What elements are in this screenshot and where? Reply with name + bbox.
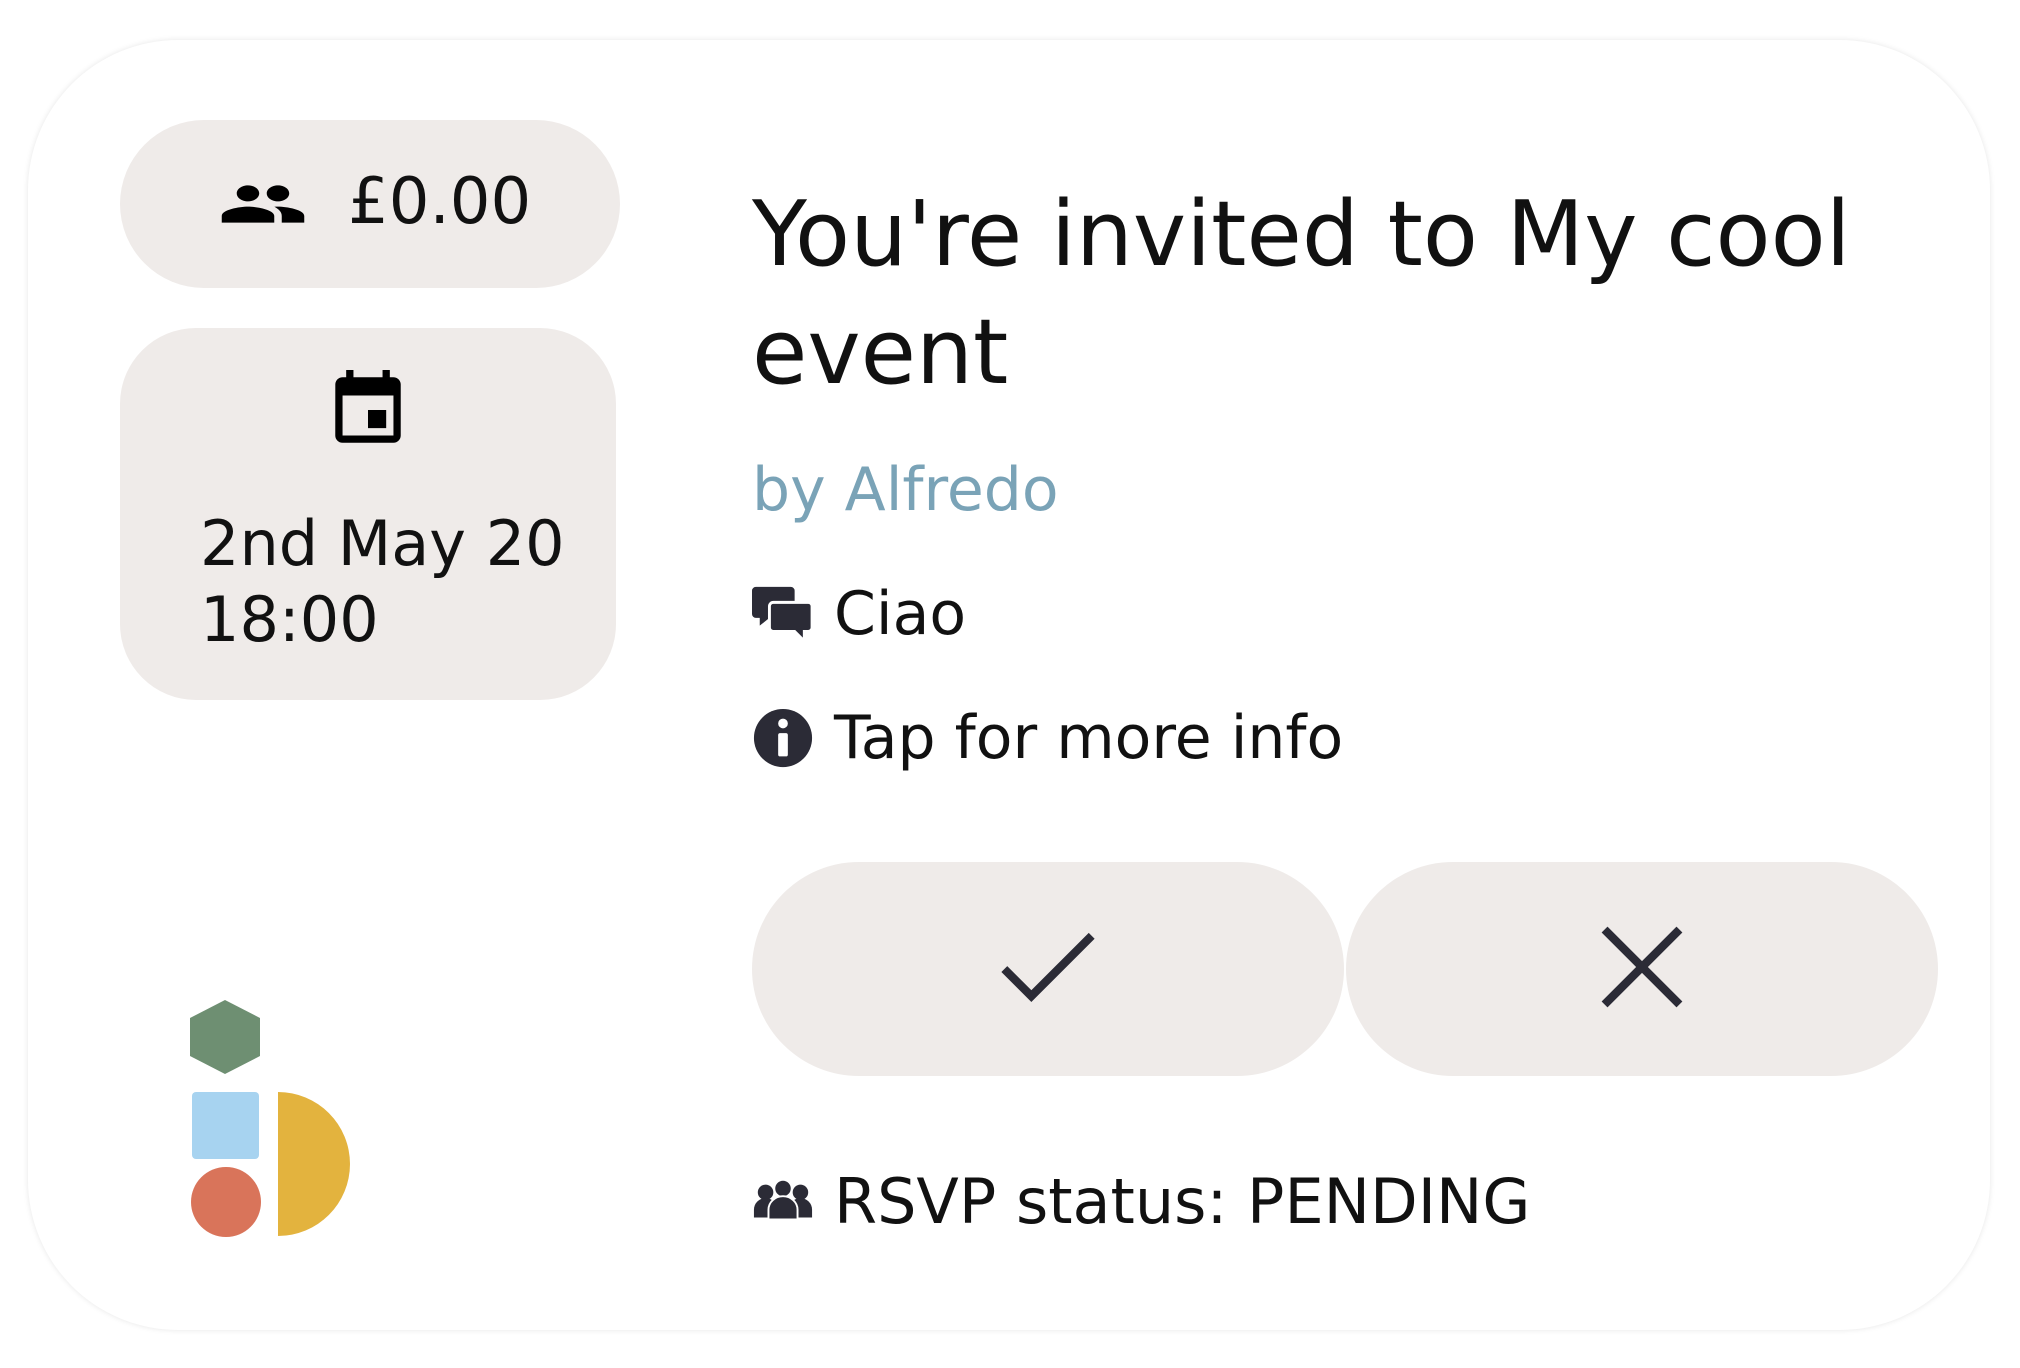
rsvp-status-text: RSVP status: PENDING [834, 1165, 1531, 1238]
close-icon [1590, 915, 1694, 1023]
calendar-icon [332, 370, 404, 450]
more-info-text: Tap for more info [834, 703, 1344, 773]
price-pill: £0.00 [120, 120, 620, 288]
event-datetime: 2nd May 20 18:00 [200, 507, 565, 656]
check-icon [996, 915, 1100, 1023]
brand-logo [190, 998, 360, 1244]
date-pill: 2nd May 20 18:00 [120, 328, 616, 700]
host-link[interactable]: by Alfredo [752, 450, 1059, 530]
price-label: £0.00 [348, 165, 532, 239]
more-info-row[interactable]: Tap for more info [752, 698, 1343, 778]
message-row: Ciao [752, 574, 966, 654]
info-icon [752, 707, 814, 769]
decline-button[interactable] [1346, 862, 1938, 1076]
chat-icon [752, 583, 814, 645]
rsvp-status-row: RSVP status: PENDING [752, 1162, 1530, 1242]
accept-button[interactable] [752, 862, 1344, 1076]
invitation-card[interactable]: £0.00 2nd May 20 18:00 You're invited to… [28, 40, 1990, 1330]
message-text: Ciao [834, 579, 967, 649]
people-icon [752, 1171, 814, 1233]
group-icon [218, 172, 308, 236]
event-title: You're invited to My cool event [752, 182, 1851, 405]
